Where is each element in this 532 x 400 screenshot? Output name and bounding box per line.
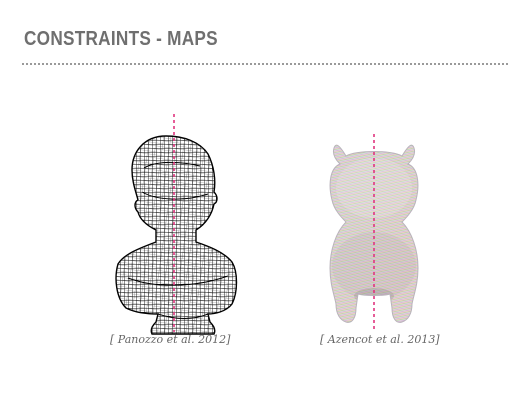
slide: CONSTRAINTS - MAPS [Panozzo et al. 2012… xyxy=(0,0,532,400)
figure-caption-left: [ Panozzo et al. 2012] xyxy=(110,333,231,346)
bust-mesh-image xyxy=(115,114,238,335)
bust-mesh-figure xyxy=(104,108,244,348)
bust-silhouette xyxy=(115,135,238,335)
figure-caption-right: [ Azencot et al. 2013] xyxy=(320,333,440,346)
slide-title: CONSTRAINTS - MAPS xyxy=(24,28,218,50)
cow-streamline-image xyxy=(329,134,419,330)
title-divider xyxy=(22,63,508,65)
cow-streamline-figure xyxy=(306,128,442,348)
